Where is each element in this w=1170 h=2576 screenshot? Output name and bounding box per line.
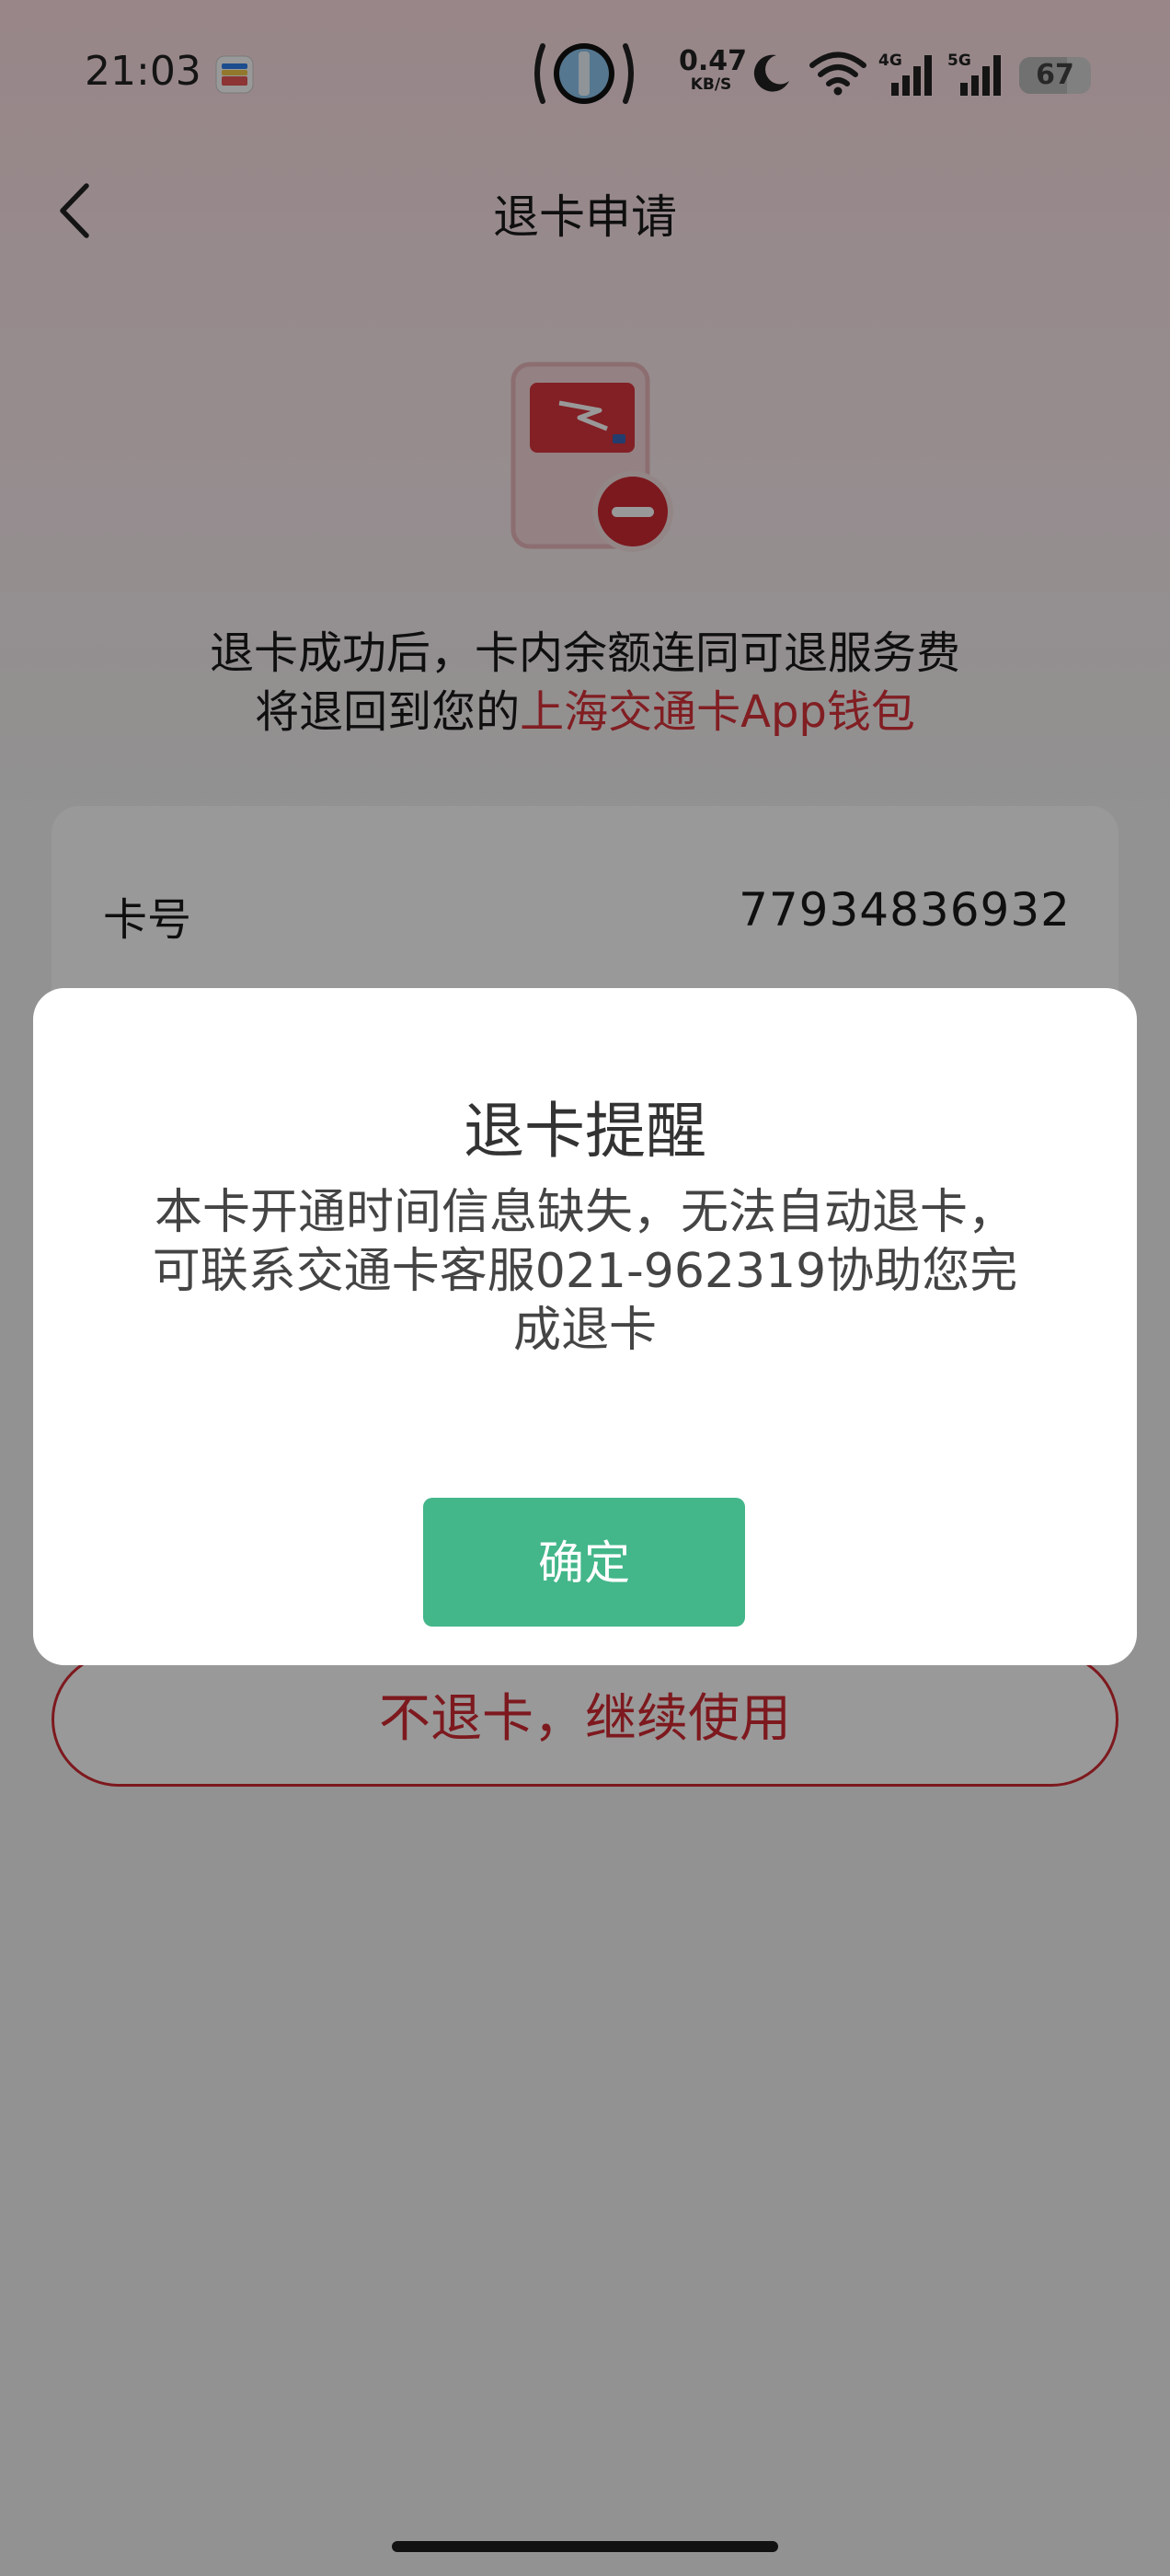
dialog-title: 退卡提醒 [464, 1096, 706, 1167]
dialog-message: 本卡开通时间信息缺失，无法自动退卡，可联系交通卡客服021-962319协助您完… [152, 1185, 1018, 1358]
confirm-button[interactable]: 确定 [423, 1498, 745, 1627]
refund-reminder-dialog: 退卡提醒 本卡开通时间信息缺失，无法自动退卡，可联系交通卡客服021-96231… [33, 988, 1137, 1665]
